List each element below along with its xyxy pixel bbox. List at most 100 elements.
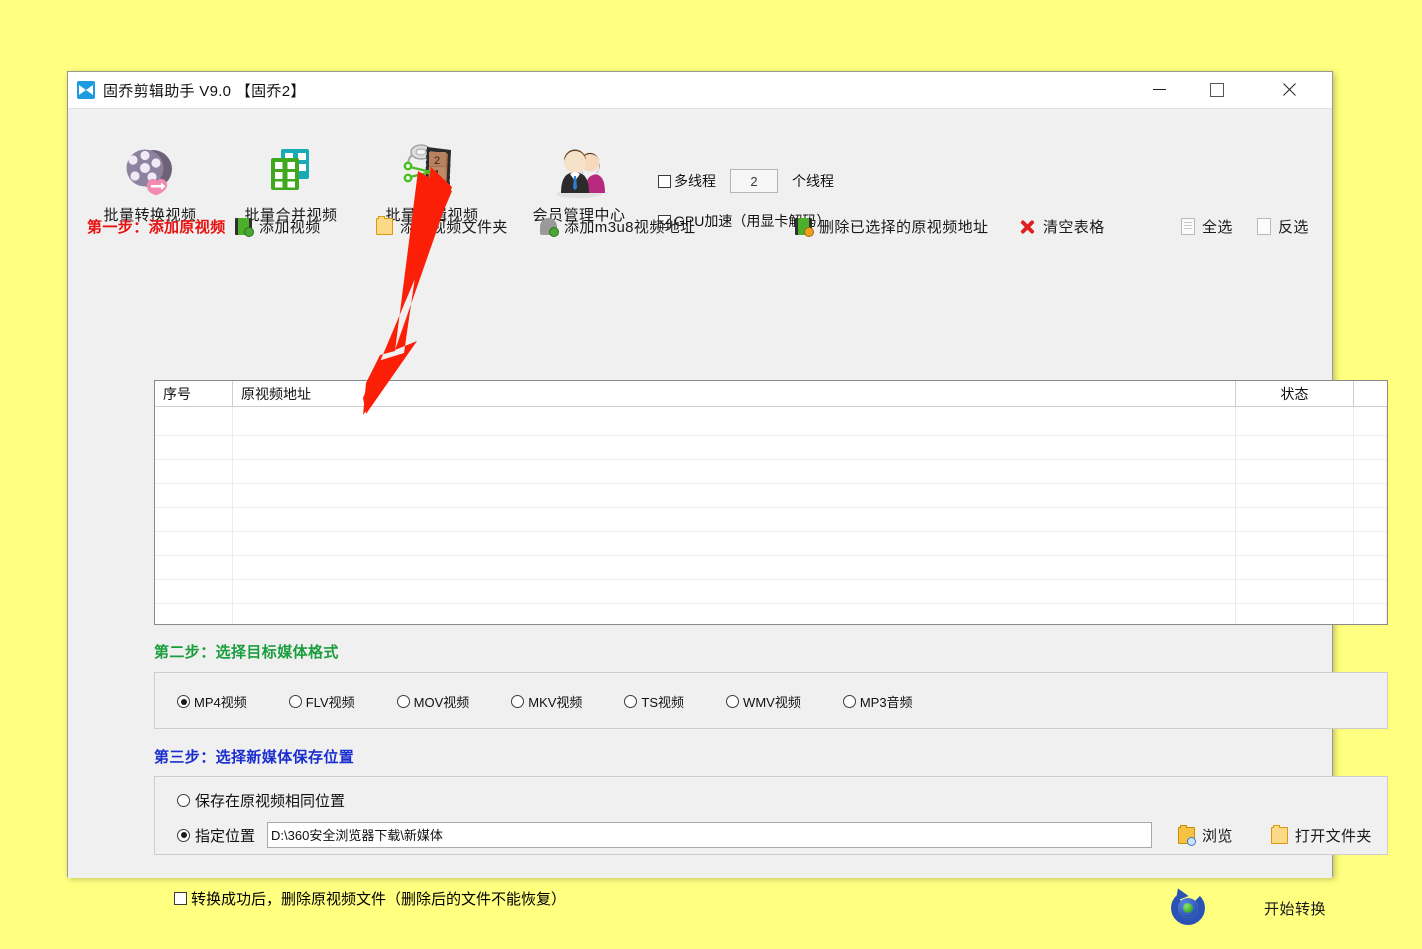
cell-status — [1236, 580, 1354, 603]
add-video-button[interactable]: 添加视频 — [235, 213, 321, 239]
table-body[interactable] — [155, 407, 1387, 624]
format-options-panel: MP4视频 FLV视频 MOV视频 MKV视频 TS视频 WMV视频 MP3音频 — [154, 672, 1388, 729]
cell-status — [1236, 508, 1354, 531]
refresh-start-icon — [1168, 885, 1208, 928]
format-radio-group: MP4视频 FLV视频 MOV视频 MKV视频 TS视频 WMV视频 MP3音频 — [177, 692, 955, 711]
video-app-icon — [77, 81, 95, 99]
table-row[interactable] — [155, 407, 1387, 436]
radio-wmv[interactable] — [726, 695, 740, 708]
delete-source-after-convert-row[interactable]: 转换成功后，删除原视频文件（删除后的文件不能恢复） — [174, 888, 566, 909]
multithread-label: 多线程 — [674, 173, 716, 189]
cell-path — [233, 580, 1236, 603]
add-m3u8-url-button[interactable]: 添加m3u8视频地址 — [540, 213, 696, 239]
cell-index — [155, 604, 233, 624]
format-option-mov[interactable]: MOV视频 — [396, 692, 469, 711]
red-x-icon — [1019, 218, 1036, 235]
table-row[interactable] — [155, 508, 1387, 532]
browse-button[interactable]: 浏览 — [1178, 824, 1233, 846]
column-header-status[interactable]: 状态 — [1236, 381, 1354, 406]
table-row[interactable] — [155, 484, 1387, 508]
maximize-button[interactable] — [1194, 72, 1240, 107]
cell-filler — [1354, 407, 1387, 435]
minimize-button[interactable] — [1136, 72, 1182, 107]
radio-ts[interactable] — [624, 695, 638, 708]
radio-same-location[interactable] — [177, 794, 190, 807]
cell-path — [233, 484, 1236, 507]
folder-add-icon — [376, 215, 393, 235]
multithread-checkbox[interactable] — [658, 174, 671, 188]
cell-status — [1236, 604, 1354, 624]
delete-source-label: 转换成功后，删除原视频文件（删除后的文件不能恢复） — [191, 891, 567, 908]
radio-custom-location[interactable] — [177, 828, 190, 842]
select-all-icon — [1181, 217, 1195, 235]
cell-filler — [1354, 508, 1387, 531]
column-header-filler — [1354, 381, 1387, 406]
application-window: 固乔剪辑助手 V9.0 【固乔2】 批量转换视频 批量合并视频 2 1 批量剪辑… — [67, 71, 1388, 925]
table-row[interactable] — [155, 580, 1387, 604]
table-row[interactable] — [155, 532, 1387, 556]
cell-index — [155, 532, 233, 555]
radio-mov[interactable] — [396, 695, 410, 708]
step3-title: 第三步：选择新媒体保存位置 — [154, 749, 355, 766]
cell-index — [155, 580, 233, 603]
custom-location-label: 指定位置 — [195, 827, 256, 845]
cell-index — [155, 484, 233, 507]
film-scissors-trim-icon: 2 1 — [366, 143, 498, 199]
invert-selection-button[interactable]: 反选 — [1257, 213, 1309, 239]
dest-same-location-row[interactable]: 保存在原视频相同位置 — [177, 790, 345, 811]
radio-mp3[interactable] — [842, 695, 856, 708]
format-option-mp3[interactable]: MP3音频 — [842, 692, 913, 711]
cell-status — [1236, 484, 1354, 507]
thread-unit-label: 个线程 — [792, 173, 834, 189]
select-all-button[interactable]: 全选 — [1181, 213, 1233, 239]
thread-count-input[interactable]: 2 — [730, 169, 778, 193]
add-video-folder-button[interactable]: 添加视频文件夹 — [376, 213, 508, 239]
radio-flv[interactable] — [288, 695, 302, 708]
format-option-mp4[interactable]: MP4视频 — [177, 692, 247, 711]
m3u8-add-icon — [540, 217, 559, 237]
members-icon — [513, 143, 645, 199]
start-convert-button[interactable]: 开始转换 — [1168, 885, 1327, 928]
format-option-ts[interactable]: TS视频 — [624, 692, 684, 711]
cell-status — [1236, 436, 1354, 459]
step1-title: 第一步：添加原视频 — [87, 218, 226, 236]
invert-selection-icon — [1257, 217, 1271, 235]
cell-filler — [1354, 436, 1387, 459]
column-header-index[interactable]: 序号 — [155, 381, 233, 406]
maximize-icon — [1210, 82, 1224, 97]
table-row[interactable] — [155, 460, 1387, 484]
table-row[interactable] — [155, 556, 1387, 580]
cell-index — [155, 460, 233, 483]
destination-panel: 保存在原视频相同位置 指定位置 D:\360安全浏览器下载\新媒体 浏览 打开文… — [154, 776, 1388, 855]
table-row[interactable] — [155, 436, 1387, 460]
format-option-wmv[interactable]: WMV视频 — [726, 692, 801, 711]
delete-source-checkbox[interactable] — [174, 892, 187, 905]
output-path-input[interactable]: D:\360安全浏览器下载\新媒体 — [267, 822, 1153, 848]
film-add-icon — [235, 217, 254, 237]
cell-filler — [1354, 460, 1387, 483]
cell-filler — [1354, 556, 1387, 579]
cell-index — [155, 436, 233, 459]
close-icon — [1281, 82, 1297, 98]
cell-filler — [1354, 604, 1387, 624]
radio-mkv[interactable] — [511, 695, 525, 708]
cell-path — [233, 436, 1236, 459]
clear-table-button[interactable]: 清空表格 — [1019, 213, 1105, 239]
window-title: 固乔剪辑助手 V9.0 【固乔2】 — [103, 82, 306, 100]
cell-filler — [1354, 484, 1387, 507]
step1-action-bar: 第一步：添加原视频 添加视频 添加视频文件夹 添加m3u8视频地址 删除已选择的… — [68, 213, 1332, 243]
start-convert-label: 开始转换 — [1264, 900, 1327, 918]
close-button[interactable] — [1266, 72, 1312, 107]
radio-mp4[interactable] — [177, 695, 190, 708]
open-folder-button[interactable]: 打开文件夹 — [1270, 824, 1372, 846]
format-option-flv[interactable]: FLV视频 — [288, 692, 355, 711]
delete-selected-button[interactable]: 删除已选择的原视频地址 — [795, 213, 988, 239]
column-header-source-path[interactable]: 原视频地址 — [233, 381, 1236, 406]
minimize-icon — [1152, 89, 1166, 90]
format-option-mkv[interactable]: MKV视频 — [511, 692, 582, 711]
table-row[interactable] — [155, 604, 1387, 624]
dest-custom-location-row: 指定位置 D:\360安全浏览器下载\新媒体 浏览 打开文件夹 — [177, 822, 1372, 848]
same-location-label: 保存在原视频相同位置 — [195, 793, 346, 810]
video-list-table[interactable]: 序号 原视频地址 状态 — [154, 380, 1388, 625]
cell-path — [233, 407, 1236, 435]
